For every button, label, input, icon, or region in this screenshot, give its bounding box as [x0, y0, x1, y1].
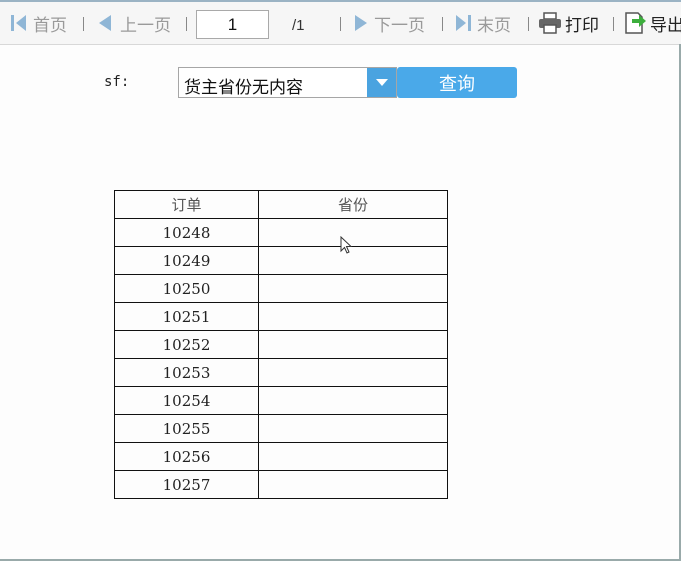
first-page-label: 首页 — [33, 15, 67, 36]
table-row: 10248 — [114, 218, 448, 247]
last-page-icon — [453, 13, 473, 33]
toolbar-separator — [442, 17, 443, 31]
table-row: 10250 — [114, 274, 448, 303]
last-page-label: 末页 — [477, 15, 511, 36]
table-row: 10253 — [114, 358, 448, 387]
order-id-cell: 10254 — [114, 386, 259, 415]
next-page-icon — [352, 13, 370, 33]
export-button[interactable]: 导出 — [623, 11, 681, 36]
report-toolbar: 首页 上一页 /1 下一页 末页 打印 — [0, 2, 681, 45]
order-id-cell: 10257 — [114, 470, 259, 499]
province-cell — [258, 386, 448, 415]
chevron-down-icon[interactable] — [367, 68, 396, 97]
table-header-row: 订单 省份 — [114, 190, 448, 219]
province-cell — [258, 274, 448, 303]
page-total-label: /1 — [292, 17, 305, 34]
toolbar-separator — [528, 17, 529, 31]
mouse-pointer-icon — [340, 235, 353, 258]
province-cell — [258, 358, 448, 387]
print-button[interactable]: 打印 — [538, 12, 599, 36]
export-label: 导出 — [650, 15, 681, 36]
toolbar-separator — [613, 17, 614, 31]
province-cell — [258, 246, 448, 275]
next-page-label: 下一页 — [374, 15, 425, 36]
province-select-value: 货主省份无内容 — [184, 78, 303, 98]
order-id-cell: 10251 — [114, 302, 259, 331]
table-row: 10252 — [114, 330, 448, 359]
province-filter-label: sf: — [104, 74, 130, 90]
table-row: 10255 — [114, 414, 448, 443]
export-icon — [623, 11, 647, 35]
province-cell — [258, 218, 448, 247]
order-id-cell: 10249 — [114, 246, 259, 275]
province-cell — [258, 414, 448, 443]
table-row: 10256 — [114, 442, 448, 471]
toolbar-separator — [340, 17, 341, 31]
table-row: 10257 — [114, 470, 448, 499]
province-cell — [258, 442, 448, 471]
order-id-cell: 10248 — [114, 218, 259, 247]
page-number-input[interactable] — [196, 10, 269, 39]
first-page-button[interactable]: 首页 — [9, 12, 67, 36]
table-row: 10254 — [114, 386, 448, 415]
order-province-table: 订单 省份 10248 10249 10250 10251 10252 1025… — [114, 190, 448, 499]
province-select[interactable]: 货主省份无内容 — [178, 67, 397, 98]
order-id-cell: 10252 — [114, 330, 259, 359]
column-header-order: 订单 — [114, 190, 259, 219]
order-id-cell: 10255 — [114, 414, 259, 443]
table-row: 10249 — [114, 246, 448, 275]
prev-page-label: 上一页 — [120, 15, 171, 36]
query-button[interactable]: 查询 — [397, 67, 517, 98]
first-page-icon — [9, 13, 29, 33]
toolbar-separator — [186, 17, 187, 31]
prev-page-button[interactable]: 上一页 — [96, 12, 171, 36]
table-row: 10251 — [114, 302, 448, 331]
province-cell — [258, 302, 448, 331]
province-cell — [258, 330, 448, 359]
province-cell — [258, 470, 448, 499]
print-label: 打印 — [565, 15, 599, 36]
last-page-button[interactable]: 末页 — [453, 12, 511, 36]
toolbar-separator — [83, 17, 84, 31]
prev-page-icon — [96, 13, 114, 33]
order-id-cell: 10253 — [114, 358, 259, 387]
order-id-cell: 10256 — [114, 442, 259, 471]
next-page-button[interactable]: 下一页 — [352, 12, 425, 36]
order-id-cell: 10250 — [114, 274, 259, 303]
column-header-province: 省份 — [258, 190, 448, 219]
printer-icon — [538, 12, 562, 34]
